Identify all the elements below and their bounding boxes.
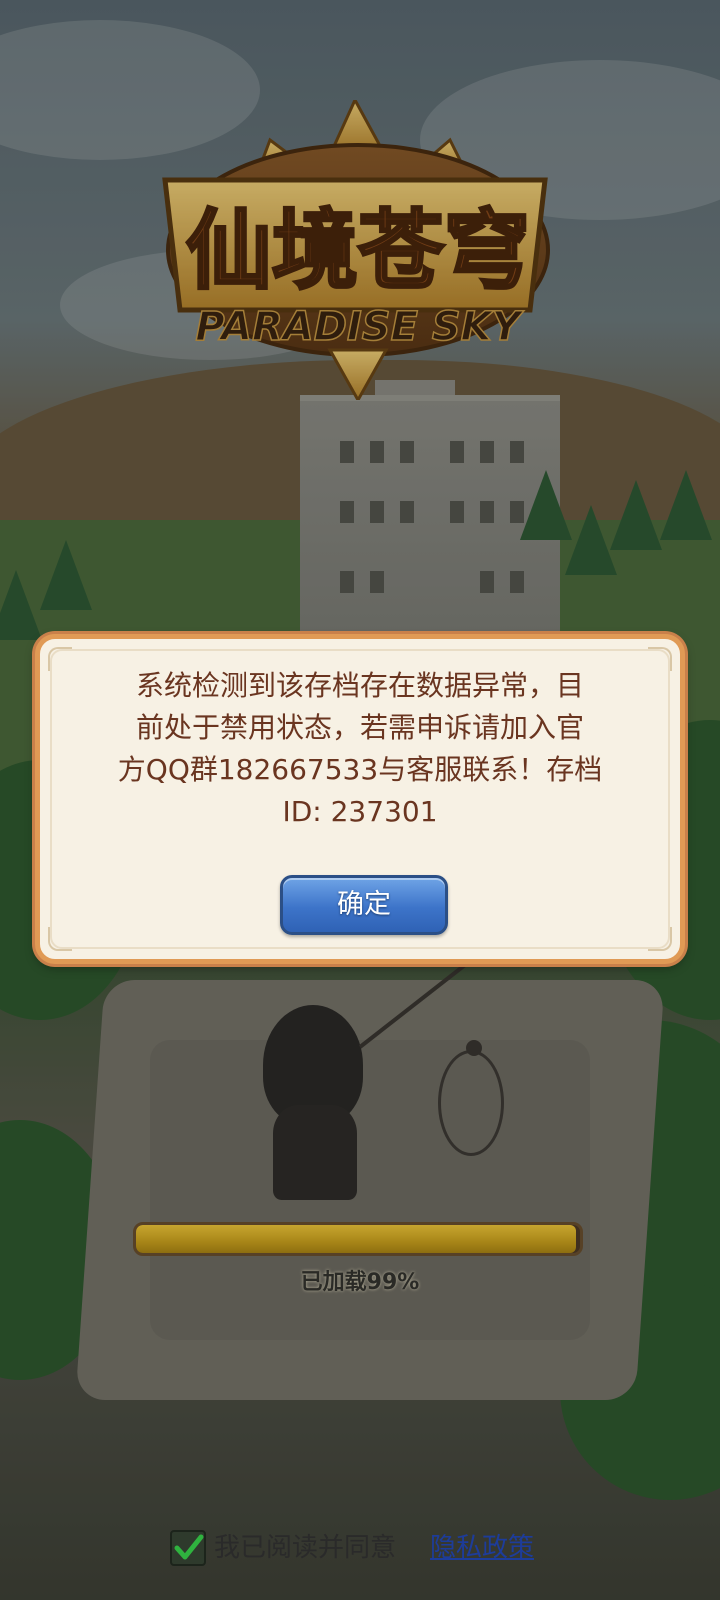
dialog-corner-ornament bbox=[648, 927, 672, 951]
privacy-policy-link[interactable]: 隐私政策 bbox=[430, 1528, 534, 1568]
dialog-corner-ornament bbox=[648, 647, 672, 671]
dialog-message: 系统检测到该存档存在数据异常，目 前处于禁用状态，若需申诉请加入官 方QQ群18… bbox=[110, 665, 610, 833]
loading-progress-fill bbox=[136, 1225, 576, 1253]
dialog-message-line: 系统检测到该存档存在数据异常，目 bbox=[135, 669, 584, 702]
dialog-message-line: ID: 237301 bbox=[282, 795, 438, 828]
confirm-button[interactable]: 确定 bbox=[280, 875, 448, 935]
dialog-message-line: 前处于禁用状态，若需申诉请加入官 bbox=[135, 711, 584, 744]
privacy-agreement-row: 我已阅读并同意 隐私政策 bbox=[170, 1528, 570, 1568]
dialog-corner-ornament bbox=[48, 647, 72, 671]
checkmark-icon bbox=[174, 1534, 204, 1560]
game-screen: 仙境苍穹 PARADISE SKY 系统检测到该存档存在数据异常，目 前处于禁用… bbox=[0, 0, 720, 1600]
agree-checkbox[interactable] bbox=[170, 1530, 206, 1566]
loading-progress-bar bbox=[133, 1222, 583, 1256]
dialog-corner-ornament bbox=[48, 927, 72, 951]
agree-label: 我已阅读并同意 bbox=[214, 1533, 397, 1563]
loading-status-text: 已加载99% bbox=[300, 1270, 420, 1295]
dialog-message-line: 方QQ群182667533与客服联系！存档 bbox=[117, 753, 603, 786]
ban-notice-dialog: 系统检测到该存档存在数据异常，目 前处于禁用状态，若需申诉请加入官 方QQ群18… bbox=[35, 634, 685, 964]
